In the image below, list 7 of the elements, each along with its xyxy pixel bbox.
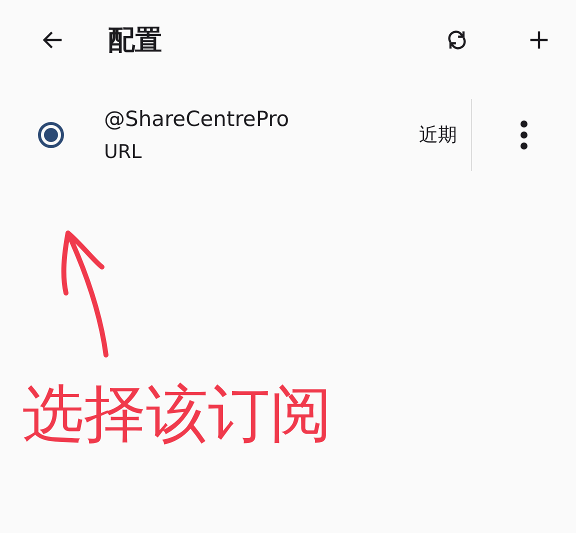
annotation-text: 选择该订阅 <box>22 376 332 452</box>
page-title: 配置 <box>108 24 163 58</box>
profile-name: @ShareCentrePro <box>104 107 290 131</box>
profile-type: URL <box>104 141 143 163</box>
radio-button[interactable] <box>38 122 64 148</box>
update-time: 近期 <box>419 123 457 148</box>
more-icon[interactable] <box>520 120 528 150</box>
